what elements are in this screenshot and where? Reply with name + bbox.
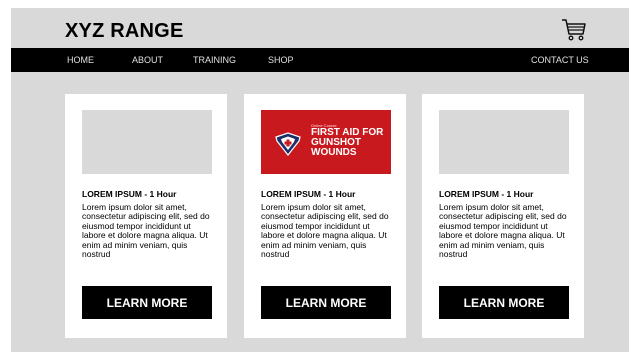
promo-title: FIRST AID FOR GUNSHOT WOUNDS	[311, 127, 384, 158]
cart-button[interactable]	[560, 16, 588, 44]
page: XYZ RANGE HOME ABOUT TRAINING SHOP CONTA…	[11, 8, 629, 352]
card-title: LOREM IPSUM - 1 Hour	[261, 189, 356, 199]
nav-home[interactable]: HOME	[67, 55, 94, 65]
main-nav: HOME ABOUT TRAINING SHOP CONTACT US	[11, 48, 629, 72]
learn-more-button[interactable]: LEARN MORE	[439, 286, 569, 319]
card-promo-image[interactable]: Online Course FIRST AID FOR GUNSHOT WOUN…	[261, 110, 391, 174]
brand-logo[interactable]: XYZ RANGE	[65, 20, 183, 43]
learn-more-button[interactable]: LEARN MORE	[261, 286, 391, 319]
card-description: Lorem ipsum dolor sit amet, consectetur …	[261, 202, 389, 260]
card-title: LOREM IPSUM - 1 Hour	[439, 189, 534, 199]
course-card: Online Course FIRST AID FOR GUNSHOT WOUN…	[244, 94, 406, 338]
card-description: Lorem ipsum dolor sit amet, consectetur …	[82, 202, 210, 260]
course-card: LOREM IPSUM - 1 Hour Lorem ipsum dolor s…	[422, 94, 584, 338]
course-card: LOREM IPSUM - 1 Hour Lorem ipsum dolor s…	[65, 94, 227, 338]
nav-training[interactable]: TRAINING	[193, 55, 236, 65]
learn-more-button[interactable]: LEARN MORE	[82, 286, 212, 319]
nav-shop[interactable]: SHOP	[268, 55, 294, 65]
card-description: Lorem ipsum dolor sit amet, consectetur …	[439, 202, 567, 260]
nav-about[interactable]: ABOUT	[132, 55, 163, 65]
nav-contact[interactable]: CONTACT US	[531, 55, 589, 65]
medical-shield-icon	[275, 132, 301, 156]
shopping-cart-icon	[562, 19, 586, 41]
card-image-placeholder	[82, 110, 212, 174]
card-image-placeholder	[439, 110, 569, 174]
site-header: XYZ RANGE	[11, 8, 629, 48]
card-title: LOREM IPSUM - 1 Hour	[82, 189, 177, 199]
